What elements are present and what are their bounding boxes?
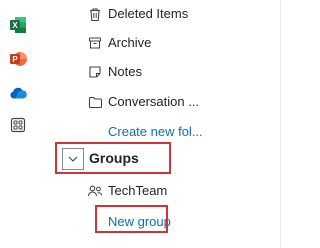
folder-notes[interactable]: Notes [36,58,280,86]
powerpoint-letter: P [12,55,18,64]
pane-divider [280,0,281,248]
folder-archive[interactable]: Archive [36,29,280,57]
powerpoint-app-button[interactable]: P [7,48,29,70]
more-apps-button[interactable] [7,114,29,136]
notes-icon [87,64,103,80]
app-rail: X P [0,0,37,248]
powerpoint-icon: P [10,52,27,66]
excel-app-button[interactable]: X [7,14,29,36]
onedrive-cloud-icon [10,87,27,99]
folder-pane: Deleted Items Archive Notes Conversation… [36,0,280,248]
folder-conversation-history[interactable]: Conversation ... [36,88,280,116]
folder-label: Archive [108,35,152,50]
apps-grid-icon [10,117,26,133]
group-label: TechTeam [108,183,168,198]
trash-icon [87,6,103,22]
outlook-folder-pane-window: X P Deleted Items Archive Notes Conversa… [0,0,300,248]
folder-icon [87,94,103,110]
create-new-folder-label: Create new fol... [108,124,203,139]
groups-header-label[interactable]: Groups [89,150,139,166]
folder-label: Notes [108,64,142,79]
create-new-folder-link[interactable]: Create new fol... [36,117,280,145]
new-group-link[interactable]: New group [36,206,280,234]
new-group-label: New group [108,214,171,229]
archive-icon [87,35,103,51]
excel-icon: X [10,17,26,33]
onedrive-app-button[interactable] [7,82,29,104]
folder-deleted-items[interactable]: Deleted Items [36,0,280,28]
excel-letter: X [12,21,18,30]
chevron-down-icon [68,156,78,162]
people-icon [87,183,103,199]
folder-label: Conversation ... [108,94,200,109]
group-item-techteam[interactable]: TechTeam [36,176,280,204]
folder-label: Deleted Items [108,6,189,21]
groups-collapse-button[interactable] [62,148,84,170]
